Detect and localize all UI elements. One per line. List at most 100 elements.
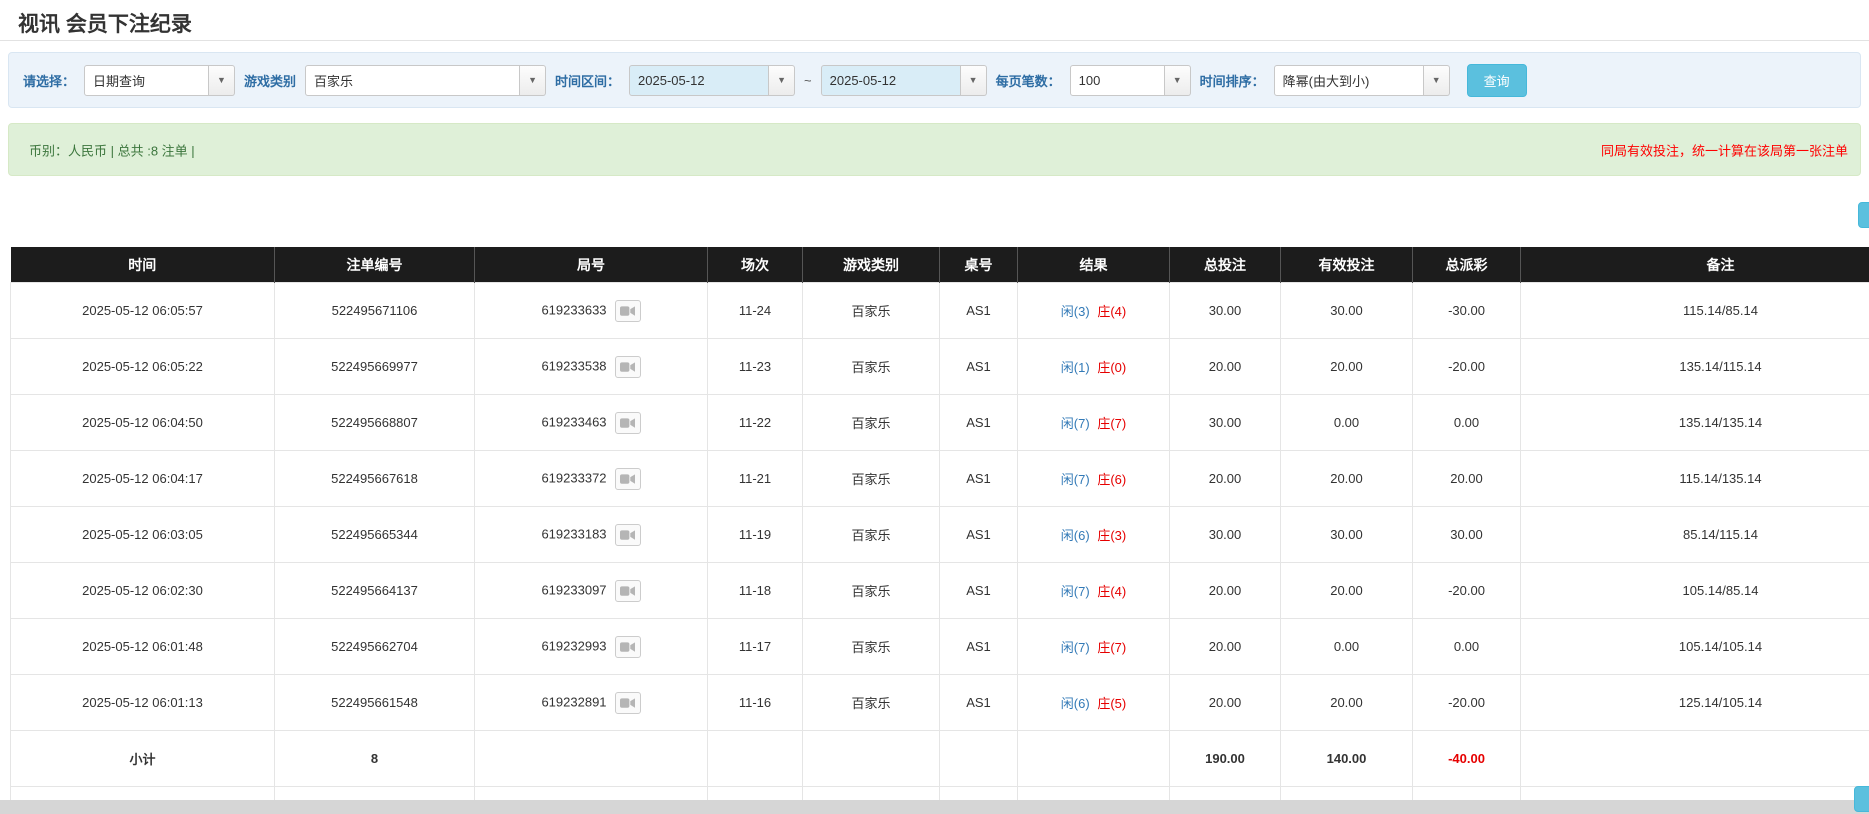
time-sort-input[interactable] — [1274, 65, 1424, 96]
cell-valid-bet: 30.00 — [1281, 283, 1413, 339]
cell-empty — [1521, 731, 1869, 787]
cell-bet-id: 522495667618 — [275, 451, 475, 507]
page-footer-strip — [0, 800, 1869, 814]
round-video-button[interactable] — [615, 356, 641, 378]
cell-game-type: 百家乐 — [803, 563, 940, 619]
date-from-input[interactable] — [629, 65, 769, 96]
valid-bet-notice: 同局有效投注，统一计算在该局第一张注单 — [1601, 140, 1848, 159]
chevron-down-icon: ▼ — [969, 76, 978, 85]
round-number: 619233097 — [541, 582, 606, 597]
game-type-dropdown-button[interactable]: ▼ — [520, 65, 546, 96]
cell-result: 闲(7) 庄(7) — [1018, 619, 1170, 675]
cell-table-no: AS1 — [940, 507, 1018, 563]
round-number: 619233538 — [541, 358, 606, 373]
round-number: 619232891 — [541, 694, 606, 709]
cell-total-bet[interactable]: 20.00 — [1170, 619, 1281, 675]
table-row: 2025-05-12 06:01:13 522495661548 6192328… — [11, 675, 1869, 731]
cell-remark: 115.14/135.14 — [1521, 451, 1869, 507]
table-row: 2025-05-12 06:02:30 522495664137 6192330… — [11, 563, 1869, 619]
page-size-dropdown-button[interactable]: ▼ — [1165, 65, 1191, 96]
result-banker: 庄(4) — [1097, 304, 1126, 319]
result-banker: 庄(5) — [1097, 696, 1126, 711]
cell-bet-id: 522495664137 — [275, 563, 475, 619]
cell-total-bet[interactable]: 30.00 — [1170, 395, 1281, 451]
page-size-input[interactable] — [1070, 65, 1165, 96]
table-row: 2025-05-12 06:03:05 522495665344 6192331… — [11, 507, 1869, 563]
cell-total-bet[interactable]: 20.00 — [1170, 451, 1281, 507]
round-video-button[interactable] — [615, 412, 641, 434]
cell-game-type: 百家乐 — [803, 339, 940, 395]
currency-total-text: 币别：人民币 | 总共 :8 注单 | — [29, 140, 195, 159]
round-video-button[interactable] — [615, 636, 641, 658]
header-result: 结果 — [1018, 247, 1170, 283]
clipped-button-top[interactable] — [1858, 202, 1869, 228]
cell-result: 闲(1) 庄(0) — [1018, 339, 1170, 395]
cell-round: 619233633 — [475, 283, 708, 339]
select-type-dropdown-button[interactable]: ▼ — [209, 65, 235, 96]
cell-payout: 30.00 — [1413, 507, 1521, 563]
cell-game-type: 百家乐 — [803, 619, 940, 675]
cell-session: 11-21 — [708, 451, 803, 507]
clipped-button-bottom[interactable] — [1854, 786, 1869, 812]
result-player: 闲(1) — [1061, 360, 1090, 375]
round-number: 619233372 — [541, 470, 606, 485]
cell-round: 619233463 — [475, 395, 708, 451]
date-to-input[interactable] — [821, 65, 961, 96]
search-button[interactable]: 查询 — [1467, 64, 1527, 97]
cell-total-bet[interactable]: 30.00 — [1170, 507, 1281, 563]
cell-session: 11-16 — [708, 675, 803, 731]
cell-result: 闲(3) 庄(4) — [1018, 283, 1170, 339]
cell-bet-id: 522495669977 — [275, 339, 475, 395]
cell-valid-bet: 20.00 — [1281, 339, 1413, 395]
cell-table-no: AS1 — [940, 675, 1018, 731]
video-camera-icon — [620, 305, 635, 317]
cell-valid-bet: 20.00 — [1281, 451, 1413, 507]
video-camera-icon — [620, 417, 635, 429]
round-number: 619233633 — [541, 302, 606, 317]
result-player: 闲(3) — [1061, 304, 1090, 319]
cell-time: 2025-05-12 06:01:48 — [11, 619, 275, 675]
cell-result: 闲(6) 庄(3) — [1018, 507, 1170, 563]
cell-total-bet[interactable]: 20.00 — [1170, 675, 1281, 731]
table-row: 2025-05-12 06:05:22 522495669977 6192335… — [11, 339, 1869, 395]
time-sort-dropdown-button[interactable]: ▼ — [1424, 65, 1450, 96]
round-video-button[interactable] — [615, 524, 641, 546]
cell-session: 11-22 — [708, 395, 803, 451]
round-video-button[interactable] — [615, 300, 641, 322]
date-range-separator: ~ — [804, 73, 812, 88]
header-session: 场次 — [708, 247, 803, 283]
round-number: 619233463 — [541, 414, 606, 429]
video-camera-icon — [620, 697, 635, 709]
date-from-dropdown-button[interactable]: ▼ — [769, 65, 795, 96]
round-video-button[interactable] — [615, 468, 641, 490]
result-player: 闲(7) — [1061, 584, 1090, 599]
date-from-combobox: ▼ — [629, 65, 795, 96]
table-row: 2025-05-12 06:01:48 522495662704 6192329… — [11, 619, 1869, 675]
select-type-input[interactable] — [84, 65, 209, 96]
game-type-label: 游戏类别 — [244, 71, 296, 90]
table-row: 2025-05-12 06:04:50 522495668807 6192334… — [11, 395, 1869, 451]
header-bet-id: 注单编号 — [275, 247, 475, 283]
cell-remark: 105.14/105.14 — [1521, 619, 1869, 675]
table-row: 2025-05-12 06:04:17 522495667618 6192333… — [11, 451, 1869, 507]
cell-total-bet[interactable]: 20.00 — [1170, 563, 1281, 619]
cell-round: 619233183 — [475, 507, 708, 563]
cell-total-bet[interactable]: 30.00 — [1170, 283, 1281, 339]
time-sort-label: 时间排序： — [1200, 71, 1265, 90]
cell-table-no: AS1 — [940, 395, 1018, 451]
round-video-button[interactable] — [615, 692, 641, 714]
date-to-dropdown-button[interactable]: ▼ — [961, 65, 987, 96]
cell-result: 闲(6) 庄(5) — [1018, 675, 1170, 731]
page-title: 视讯 会员下注纪录 — [18, 8, 192, 38]
cell-session: 11-18 — [708, 563, 803, 619]
cell-table-no: AS1 — [940, 451, 1018, 507]
cell-empty — [940, 731, 1018, 787]
round-video-button[interactable] — [615, 580, 641, 602]
cell-time: 2025-05-12 06:02:30 — [11, 563, 275, 619]
cell-total-bet[interactable]: 20.00 — [1170, 339, 1281, 395]
round-number: 619232993 — [541, 638, 606, 653]
game-type-input[interactable] — [305, 65, 520, 96]
cell-bet-id: 522495671106 — [275, 283, 475, 339]
cell-payout: 20.00 — [1413, 451, 1521, 507]
cell-payout: -20.00 — [1413, 675, 1521, 731]
